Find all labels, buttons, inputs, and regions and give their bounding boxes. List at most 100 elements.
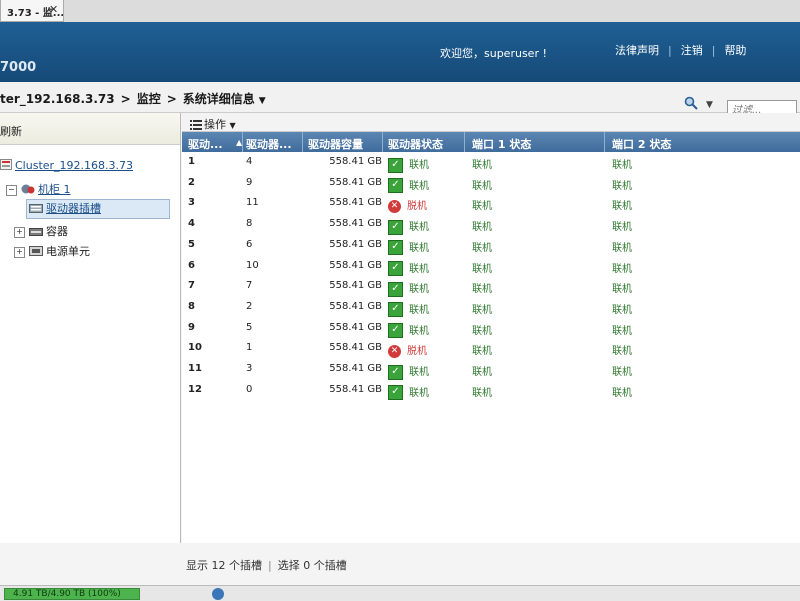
main-panel: 操作 ▼ 驱动... ▲ 驱动器... 驱动器容量 驱动器状态 端口 1 状态 … xyxy=(182,113,800,543)
slot-cell: 9 xyxy=(188,321,195,333)
table-row[interactable]: 10 1 558.41 GB ✕ 脱机 联机 联机 xyxy=(182,338,800,358)
search-icon[interactable] xyxy=(684,96,698,110)
breadcrumb-system-details[interactable]: 系统详细信息 xyxy=(183,92,255,106)
drive-cell: 2 xyxy=(246,300,253,312)
column-capacity[interactable]: 驱动器容量 xyxy=(308,136,363,152)
drive-status-cell: ✓ 联机 xyxy=(388,363,429,380)
drive-status-cell: ✓ 联机 xyxy=(388,156,429,173)
online-check-icon: ✓ xyxy=(388,323,403,339)
operations-menu[interactable]: 操作 ▼ xyxy=(190,116,236,132)
drive-cell: 4 xyxy=(246,156,253,167)
drive-status-cell: ✓ 联机 xyxy=(388,384,429,401)
help-link[interactable]: 帮助 xyxy=(724,44,746,57)
capacity-cell: 558.41 GB xyxy=(329,218,382,230)
column-port2[interactable]: 端口 2 状态 xyxy=(612,136,671,152)
table-row[interactable]: 2 9 558.41 GB ✓ 联机 联机 联机 xyxy=(182,173,800,194)
slot-cell: 4 xyxy=(188,218,195,230)
tree-node-power[interactable]: + 电源单元 xyxy=(14,243,90,259)
tree-node-drive-slots[interactable]: 驱动器插槽 xyxy=(26,199,170,219)
cabinet-icon xyxy=(21,183,35,198)
tree-node-cluster[interactable]: Cluster_192.168.3.73 xyxy=(0,159,133,173)
breadcrumb-arrow-icon: > xyxy=(120,92,131,106)
table-row[interactable]: 6 10 558.41 GB ✓ 联机 联机 联机 xyxy=(182,256,800,276)
status-line: 显示 12 个插槽 | 选择 0 个插槽 xyxy=(186,559,347,572)
logout-link[interactable]: 注销 xyxy=(681,44,703,57)
collapse-icon[interactable]: − xyxy=(6,184,17,196)
port1-status-cell: 联机 xyxy=(472,387,492,399)
capacity-cell: 558.41 GB xyxy=(329,300,382,312)
port2-status-cell: 联机 xyxy=(612,284,632,296)
slot-cell: 1 xyxy=(188,156,195,167)
table-row[interactable]: 7 7 558.41 GB ✓ 联机 联机 联机 xyxy=(182,276,800,297)
expand-icon[interactable]: + xyxy=(14,226,25,238)
port2-status-cell: 联机 xyxy=(612,325,632,337)
drive-cell: 7 xyxy=(246,280,253,292)
table-row[interactable]: 1 4 558.41 GB ✓ 联机 联机 联机 xyxy=(182,152,800,173)
drive-status-text: 联机 xyxy=(409,222,429,234)
breadcrumb-arrow-icon: > xyxy=(166,92,177,106)
left-panel: 刷新 Cluster_192.168.3.73 − 机柜 1 驱动器插槽 + 容… xyxy=(0,113,181,543)
breadcrumb-monitor[interactable]: 监控 xyxy=(137,92,161,106)
breadcrumb: ter_192.168.3.73 > 监控 > 系统详细信息 ▼ xyxy=(0,90,266,107)
drive-status-text: 脱机 xyxy=(407,346,427,358)
capacity-cell: 558.41 GB xyxy=(329,363,382,374)
column-drive-status[interactable]: 驱动器状态 xyxy=(388,136,443,152)
browser-tab[interactable]: 3.73 - 监... ✕ xyxy=(0,0,64,22)
column-slot[interactable]: 驱动... xyxy=(188,136,223,152)
port2-status-cell: 联机 xyxy=(612,346,632,358)
capacity-cell: 558.41 GB xyxy=(329,238,382,250)
close-tab-icon[interactable]: ✕ xyxy=(49,3,58,16)
column-drive[interactable]: 驱动器... xyxy=(246,136,292,152)
table-row[interactable]: 12 0 558.41 GB ✓ 联机 联机 联机 xyxy=(182,380,800,401)
drive-status-cell: ✕ 脱机 xyxy=(388,197,427,213)
online-check-icon: ✓ xyxy=(388,261,403,276)
expand-icon[interactable]: + xyxy=(14,246,25,258)
slot-cell: 6 xyxy=(188,259,195,271)
table-row[interactable]: 3 11 558.41 GB ✕ 脱机 联机 联机 xyxy=(182,193,800,213)
drive-cell: 8 xyxy=(246,218,253,230)
tree-node-container[interactable]: + 容器 xyxy=(14,223,68,239)
drive-status-text: 联机 xyxy=(409,242,429,254)
slot-cell: 5 xyxy=(188,238,195,250)
table-row[interactable]: 8 2 558.41 GB ✓ 联机 联机 联机 xyxy=(182,297,800,318)
port1-status-cell: 联机 xyxy=(472,367,492,378)
port2-status-cell: 联机 xyxy=(612,304,632,316)
legal-link[interactable]: 法律声明 xyxy=(615,44,659,57)
drive-cell: 11 xyxy=(246,197,259,209)
port2-status-cell: 联机 xyxy=(612,387,632,399)
offline-error-icon: ✕ xyxy=(388,344,401,358)
breadcrumb-cluster[interactable]: ter_192.168.3.73 xyxy=(0,92,115,106)
drive-status-text: 联机 xyxy=(409,160,429,171)
storage-capacity-bar: 4.91 TB/4.90 TB (100%) xyxy=(4,588,140,600)
port1-status-cell: 联机 xyxy=(472,201,492,213)
table-toolbar: 操作 ▼ xyxy=(182,113,800,132)
refresh-button[interactable]: 刷新 xyxy=(0,113,180,145)
slot-cell: 10 xyxy=(188,342,202,354)
online-check-icon: ✓ xyxy=(388,178,403,194)
drive-status-text: 联机 xyxy=(409,304,429,316)
drive-cell: 0 xyxy=(246,383,253,395)
drive-cell: 5 xyxy=(246,321,253,333)
drive-status-text: 联机 xyxy=(409,387,429,399)
storage-capacity-text: 4.91 TB/4.90 TB (100%) xyxy=(13,589,121,599)
slot-cell: 8 xyxy=(188,300,195,312)
drive-status-cell: ✓ 联机 xyxy=(388,177,429,194)
port1-status-cell: 联机 xyxy=(472,263,492,275)
online-check-icon: ✓ xyxy=(388,157,403,173)
table-row[interactable]: 5 6 558.41 GB ✓ 联机 联机 联机 xyxy=(182,235,800,256)
search-dropdown-icon[interactable]: ▼ xyxy=(706,100,713,110)
column-port1[interactable]: 端口 1 状态 xyxy=(472,136,531,152)
tree-node-cabinet[interactable]: − 机柜 1 xyxy=(6,181,71,198)
globe-icon[interactable] xyxy=(212,588,224,600)
port1-status-cell: 联机 xyxy=(472,180,492,192)
cluster-icon xyxy=(0,159,12,173)
table-row[interactable]: 9 5 558.41 GB ✓ 联机 联机 联机 xyxy=(182,318,800,339)
drive-status-cell: ✓ 联机 xyxy=(388,218,429,235)
chevron-down-icon[interactable]: ▼ xyxy=(259,96,266,106)
table-row[interactable]: 11 3 558.41 GB ✓ 联机 联机 联机 xyxy=(182,359,800,380)
app-banner: 7000 欢迎您，superuser ! 法律声明 | 注销 | 帮助 xyxy=(0,22,800,82)
drive-status-text: 联机 xyxy=(409,325,429,337)
online-check-icon: ✓ xyxy=(388,302,403,318)
table-row[interactable]: 4 8 558.41 GB ✓ 联机 联机 联机 xyxy=(182,214,800,235)
drive-status-cell: ✕ 脱机 xyxy=(388,342,427,358)
